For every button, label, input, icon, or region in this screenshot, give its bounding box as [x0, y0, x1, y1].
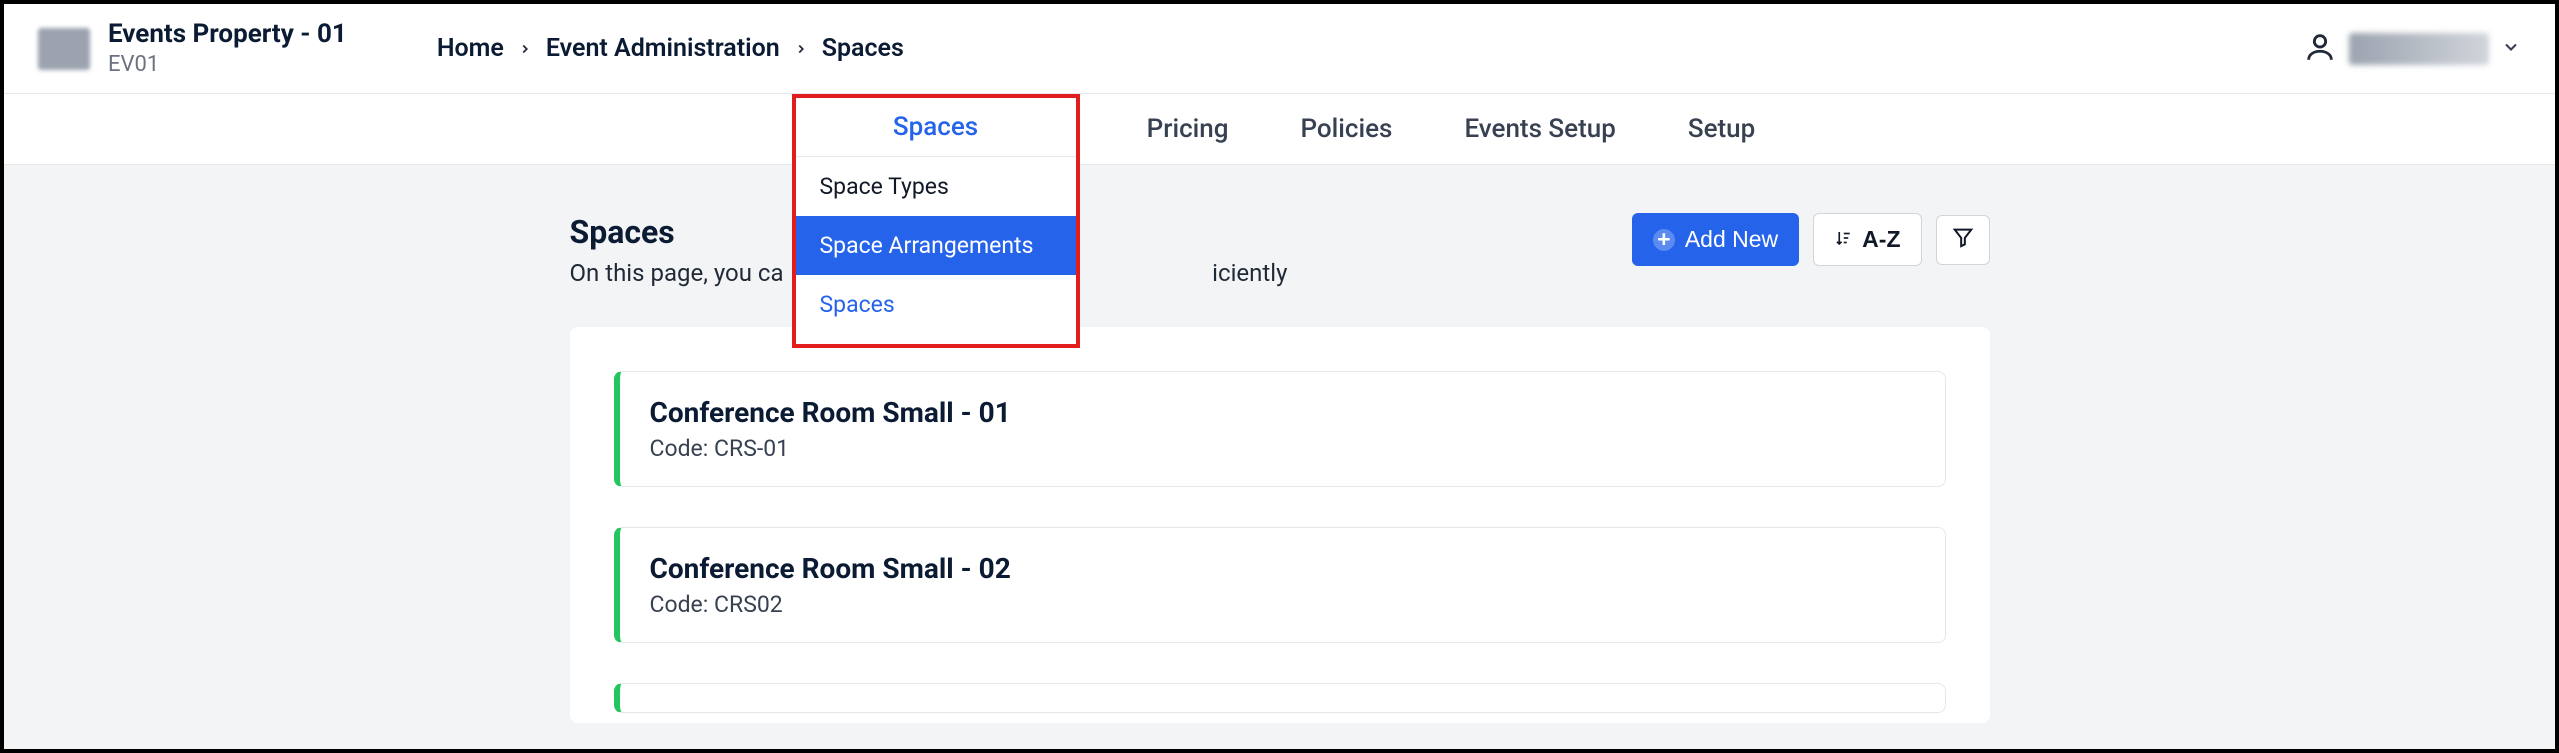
top-header: Events Property - 01 EV01 Home Event Adm… — [4, 4, 2555, 94]
sort-button[interactable]: A-Z — [1813, 213, 1921, 266]
dropdown-header[interactable]: Spaces — [796, 98, 1076, 157]
dropdown-item-spaces[interactable]: Spaces — [796, 275, 1076, 334]
chevron-right-icon — [518, 34, 532, 63]
user-icon — [2303, 30, 2337, 68]
page-subtitle: On this page, you caxxxxxxxxxxxxxxxxxxxx… — [570, 259, 1612, 287]
tab-setup[interactable]: Setup — [1686, 108, 1757, 150]
code-label: Code: — [650, 435, 709, 462]
tab-events-setup[interactable]: Events Setup — [1462, 108, 1617, 150]
property-text: Events Property - 01 EV01 — [108, 20, 347, 77]
dropdown-header-label: Spaces — [893, 112, 978, 142]
filter-button[interactable] — [1936, 215, 1990, 265]
content-area: Spaces On this page, you caxxxxxxxxxxxxx… — [4, 165, 2555, 753]
user-name-blurred — [2349, 33, 2489, 65]
sort-label: A-Z — [1862, 226, 1900, 253]
spaces-dropdown: Spaces Space Types Space Arrangements Sp… — [792, 94, 1080, 348]
property-block: Events Property - 01 EV01 — [38, 20, 347, 77]
property-code: EV01 — [108, 52, 347, 77]
space-code: Code: CRS-01 — [650, 435, 1915, 462]
dropdown-item-space-arrangements[interactable]: Space Arrangements — [796, 216, 1076, 275]
plus-circle-icon: + — [1653, 229, 1675, 251]
space-card[interactable]: Conference Room Small - 02 Code: CRS02 — [614, 527, 1946, 643]
chevron-down-icon — [2501, 37, 2521, 61]
property-name: Events Property - 01 — [108, 20, 347, 50]
breadcrumb: Home Event Administration Spaces — [437, 34, 904, 63]
subtitle-prefix: On this page, you ca — [570, 259, 784, 287]
topbar-right — [2303, 30, 2521, 68]
space-card-partial[interactable] — [614, 683, 1946, 713]
add-new-button[interactable]: + Add New — [1632, 213, 1799, 266]
page-title: Spaces — [570, 213, 1612, 251]
page-actions: + Add New A-Z — [1632, 213, 1990, 266]
breadcrumb-home[interactable]: Home — [437, 34, 504, 63]
tab-bar: Spaces Packages Pricing Policies Events … — [4, 94, 2555, 165]
code-label: Code: — [650, 591, 709, 618]
page-header: Spaces On this page, you caxxxxxxxxxxxxx… — [570, 213, 1990, 287]
breadcrumb-admin[interactable]: Event Administration — [546, 34, 780, 63]
breadcrumb-current: Spaces — [822, 34, 904, 63]
add-new-label: Add New — [1685, 226, 1778, 253]
sort-icon — [1834, 226, 1852, 253]
space-card[interactable]: Conference Room Small - 01 Code: CRS-01 — [614, 371, 1946, 487]
filter-icon — [1952, 226, 1974, 254]
dropdown-body: Space Types Space Arrangements Spaces — [796, 157, 1076, 344]
subtitle-suffix: iciently — [1212, 259, 1287, 287]
user-menu[interactable] — [2303, 30, 2521, 68]
space-code: Code: CRS02 — [650, 591, 1915, 618]
property-logo — [38, 28, 90, 70]
tab-pricing[interactable]: Pricing — [1145, 108, 1231, 150]
space-title: Conference Room Small - 02 — [650, 552, 1915, 585]
space-title: Conference Room Small - 01 — [650, 396, 1915, 429]
code-value: CRS02 — [714, 591, 783, 618]
tab-policies[interactable]: Policies — [1298, 108, 1394, 150]
highlight-box: Spaces Space Types Space Arrangements Sp… — [792, 94, 1080, 348]
spaces-list-container: Conference Room Small - 01 Code: CRS-01 … — [570, 327, 1990, 723]
code-value: CRS-01 — [714, 435, 789, 462]
dropdown-item-space-types[interactable]: Space Types — [796, 157, 1076, 216]
chevron-right-icon — [794, 34, 808, 63]
